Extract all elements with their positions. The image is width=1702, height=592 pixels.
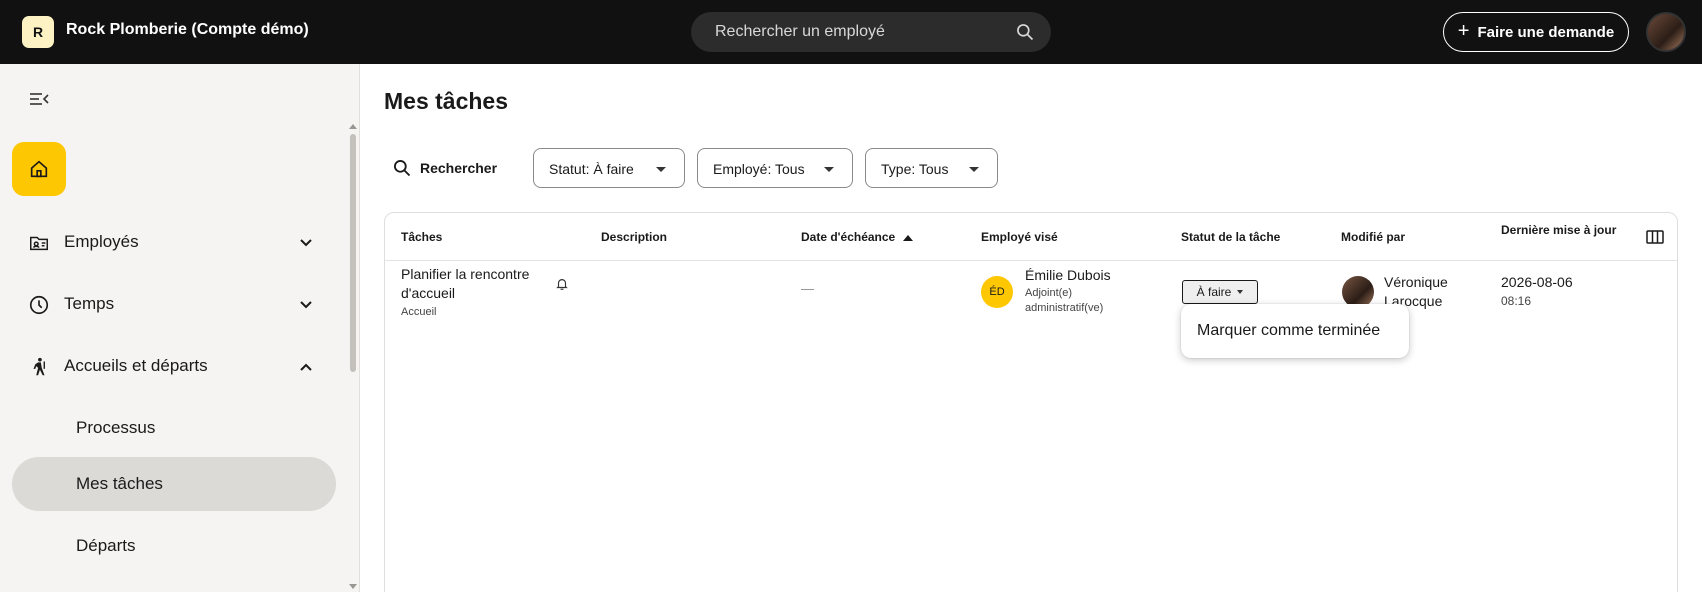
plus-icon: + [1457, 20, 1470, 42]
sidebar-item-label: Employés [64, 232, 139, 251]
column-header-modified-by[interactable]: Modifié par [1341, 229, 1405, 245]
task-name[interactable]: Planifier la rencontre d'accueil [401, 265, 551, 303]
sidebar-item-accueils-departs[interactable]: Accueils et départs [12, 339, 336, 393]
mark-complete-menu-item[interactable]: Marquer comme terminée [1197, 322, 1380, 340]
status-label: À faire [1196, 285, 1232, 299]
column-header-last-update[interactable]: Dernière mise à jour [1501, 222, 1621, 238]
status-menu: Marquer comme terminée [1181, 304, 1409, 358]
employee-name[interactable]: Émilie Dubois [1025, 267, 1111, 283]
scroll-up-arrow[interactable] [349, 124, 357, 129]
bell-icon[interactable] [555, 277, 569, 291]
search-button[interactable]: Rechercher [392, 156, 497, 180]
caret-down-icon [824, 167, 834, 172]
due-date-value: — [801, 281, 814, 296]
sidebar: Employés Temps Accueils et départs Proce… [0, 64, 360, 592]
updated-time: 08:16 [1501, 294, 1532, 308]
id-card-icon [30, 236, 48, 251]
caret-down-icon [656, 167, 666, 172]
user-avatar[interactable] [1646, 12, 1686, 52]
sidebar-item-label: Processus [76, 418, 156, 437]
clock-icon [29, 295, 49, 315]
column-header-label: Date d'échéance [801, 230, 896, 244]
type-filter-dropdown[interactable]: Type: Tous [865, 148, 998, 188]
sidebar-item-mes-taches[interactable]: Mes tâches [12, 457, 336, 511]
sort-ascending-icon[interactable] [903, 234, 914, 241]
header-divider [385, 260, 1677, 261]
sidebar-item-employes[interactable]: Employés [12, 215, 336, 269]
chevron-up-icon[interactable] [298, 359, 314, 375]
column-header-status[interactable]: Statut de la tâche [1181, 229, 1280, 245]
employee-role: Adjoint(e) administratif(ve) [1025, 287, 1104, 314]
tasks-table: Tâches Description Date d'échéance Emplo… [384, 212, 1678, 592]
caret-down-icon [969, 167, 979, 172]
columns-settings-icon[interactable] [1646, 230, 1664, 244]
make-request-label: Faire une demande [1477, 23, 1615, 41]
sidebar-item-departs[interactable]: Départs [12, 519, 336, 573]
page-title: Mes tâches [384, 88, 509, 114]
make-request-button[interactable]: + Faire une demande [1443, 12, 1629, 52]
collapse-menu-icon[interactable] [28, 90, 50, 108]
sidebar-item-processus[interactable]: Processus [12, 401, 336, 455]
employee-search-input[interactable]: Rechercher un employé [691, 12, 1051, 52]
employee-filter-dropdown[interactable]: Employé: Tous [697, 148, 853, 188]
home-icon [30, 160, 48, 178]
search-icon[interactable] [1015, 22, 1035, 42]
search-icon [394, 160, 411, 177]
filter-label: Statut: À faire [549, 161, 634, 177]
company-name[interactable]: Rock Plomberie (Compte démo) [66, 21, 309, 39]
status-dropdown-button[interactable]: À faire [1182, 280, 1258, 304]
home-button[interactable] [12, 142, 66, 196]
brand-logo[interactable]: R [22, 16, 54, 48]
walking-person-icon [33, 357, 45, 376]
updated-date: 2026-08-06 [1501, 274, 1573, 290]
search-label: Rechercher [420, 160, 498, 176]
column-header-due-date[interactable]: Date d'échéance [801, 229, 914, 245]
sidebar-item-label: Départs [76, 536, 136, 555]
sidebar-item-label: Temps [64, 294, 115, 313]
sidebar-item-label: Mes tâches [76, 474, 163, 493]
filter-label: Employé: Tous [713, 161, 805, 177]
column-header-taches[interactable]: Tâches [401, 229, 442, 245]
task-type: Accueil [401, 306, 437, 318]
search-placeholder: Rechercher un employé [715, 23, 885, 40]
sidebar-item-temps[interactable]: Temps [12, 277, 336, 331]
caret-down-icon [1237, 290, 1244, 294]
employee-avatar[interactable]: ÉD [981, 276, 1013, 308]
chevron-down-icon[interactable] [298, 235, 314, 251]
scroll-down-arrow[interactable] [349, 584, 357, 589]
top-bar: R Rock Plomberie (Compte démo) Recherche… [0, 0, 1702, 64]
sidebar-scrollbar[interactable] [350, 134, 356, 372]
status-filter-dropdown[interactable]: Statut: À faire [533, 148, 685, 188]
sidebar-item-label: Accueils et départs [64, 356, 208, 375]
chevron-down-icon[interactable] [298, 297, 314, 313]
filter-label: Type: Tous [881, 161, 949, 177]
column-header-description[interactable]: Description [601, 229, 667, 245]
column-header-employee[interactable]: Employé visé [981, 229, 1058, 245]
